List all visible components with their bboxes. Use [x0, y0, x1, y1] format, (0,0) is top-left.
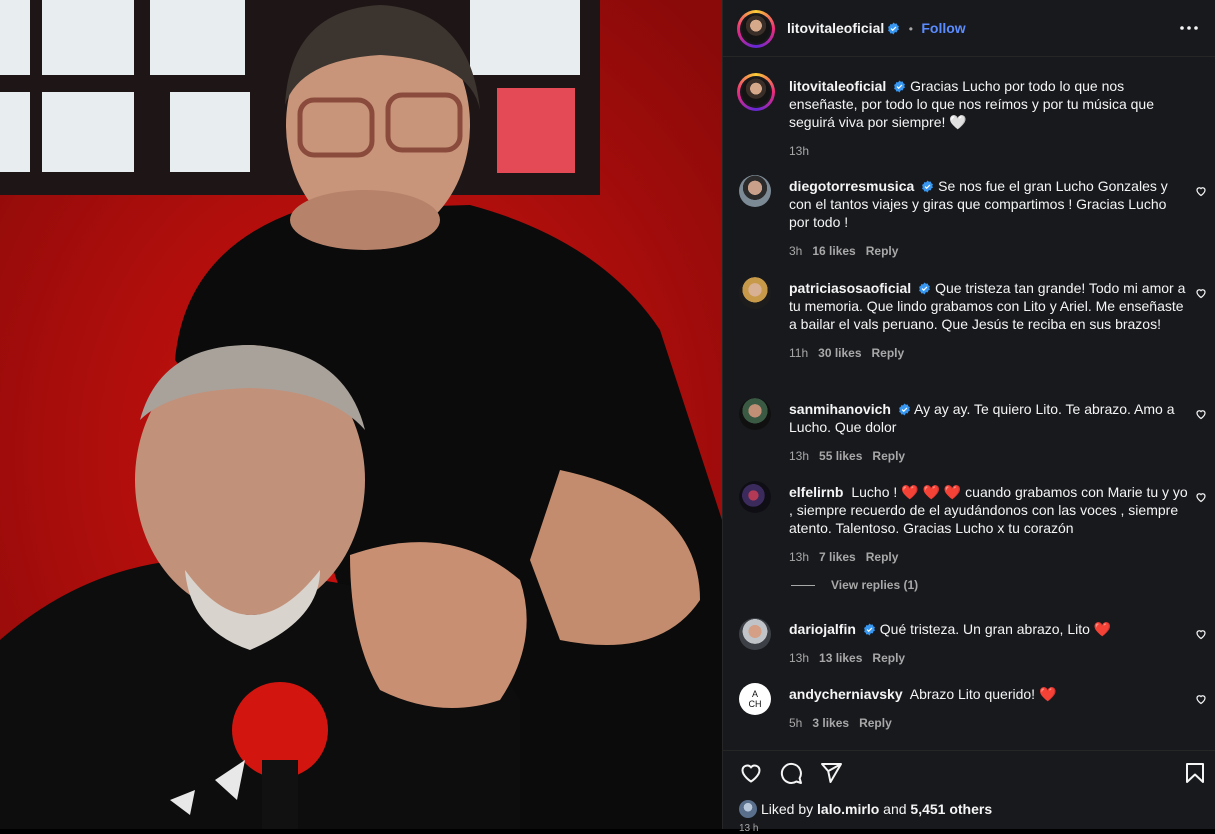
- comment-likes[interactable]: 55 likes: [819, 449, 862, 463]
- more-options-icon[interactable]: [1177, 16, 1201, 40]
- comment-time: 13h: [789, 550, 810, 564]
- reply-button[interactable]: Reply: [859, 716, 892, 730]
- verified-icon: [899, 403, 910, 416]
- like-comment-heart-icon[interactable]: [1195, 693, 1207, 705]
- bookmark-icon[interactable]: [1183, 761, 1207, 785]
- commenter-avatar[interactable]: A CH: [739, 683, 771, 715]
- comment-username[interactable]: patriciasosaoficial: [789, 280, 911, 296]
- comment-likes[interactable]: 16 likes: [812, 244, 855, 258]
- view-replies-button[interactable]: View replies (1): [791, 578, 918, 592]
- like-comment-heart-icon[interactable]: [1195, 287, 1207, 299]
- like-comment-heart-icon[interactable]: [1195, 491, 1207, 503]
- comment-username[interactable]: diegotorresmusica: [789, 178, 914, 194]
- comment-heart-emoji: ❤️: [1093, 621, 1112, 637]
- caption-username[interactable]: litovitaleoficial: [789, 78, 886, 94]
- heart-icon[interactable]: [739, 761, 763, 785]
- liked-by-user[interactable]: lalo.mirlo: [817, 801, 879, 817]
- post-photo: [0, 0, 722, 829]
- replies-divider: [791, 585, 815, 587]
- comment-text: Qué tristeza. Un gran abrazo, Lito: [879, 621, 1090, 637]
- verified-icon: [922, 180, 934, 193]
- commenter-avatar[interactable]: [739, 175, 771, 207]
- liked-by-others[interactable]: 5,451 others: [910, 801, 992, 817]
- reply-button[interactable]: Reply: [872, 651, 905, 665]
- commenter-avatar[interactable]: [739, 481, 771, 513]
- follow-button[interactable]: Follow: [921, 20, 965, 36]
- post-header: litovitaleoficial • Follow: [723, 0, 1215, 57]
- liked-by-prefix: Liked by: [761, 801, 814, 817]
- liked-by-and: and: [883, 801, 907, 817]
- reply-button[interactable]: Reply: [866, 244, 899, 258]
- commenter-avatar[interactable]: [739, 398, 771, 430]
- comment-username[interactable]: andycherniavsky: [789, 686, 903, 702]
- comment-time: 5h: [789, 716, 803, 730]
- avatar-initials: A CH: [748, 689, 762, 709]
- comment-username[interactable]: elfelirnb: [789, 484, 843, 500]
- comment-time: 11h: [789, 346, 809, 360]
- comment-likes[interactable]: 3 likes: [812, 716, 849, 730]
- comment-hearts: ❤️ ❤️ ❤️: [901, 484, 962, 500]
- share-icon[interactable]: [819, 761, 843, 785]
- like-comment-heart-icon[interactable]: [1195, 628, 1207, 640]
- comment-text: cuando grabamos con Marie tu y yo , siem…: [789, 484, 1188, 536]
- comment-time: 13h: [789, 449, 810, 463]
- verified-icon: [894, 80, 906, 93]
- comment-time: 13h: [789, 651, 810, 665]
- comment-text: Abrazo Lito querido!: [909, 686, 1036, 702]
- comment-likes[interactable]: 7 likes: [819, 550, 856, 564]
- post-sidebar: litovitaleoficial • Follow litovitaleofi…: [722, 0, 1215, 834]
- header-separator: •: [908, 22, 913, 36]
- comment-username[interactable]: dariojalfin: [789, 621, 856, 637]
- like-comment-heart-icon[interactable]: [1195, 408, 1207, 420]
- author-username[interactable]: litovitaleoficial: [787, 20, 884, 36]
- reply-button[interactable]: Reply: [872, 346, 905, 360]
- verified-icon: [863, 623, 875, 636]
- verified-icon: [919, 282, 931, 295]
- liked-by: Liked by lalo.mirlo and 5,451 others: [739, 800, 992, 818]
- verified-icon: [888, 22, 900, 35]
- author-avatar[interactable]: [737, 10, 775, 48]
- comment-time: 3h: [789, 244, 803, 258]
- comment-likes[interactable]: 30 likes: [818, 346, 861, 360]
- comment-icon[interactable]: [779, 761, 803, 785]
- view-replies-label[interactable]: View replies (1): [831, 578, 918, 592]
- photo-illustration: [0, 0, 722, 829]
- commenter-avatar[interactable]: [739, 277, 771, 309]
- like-comment-heart-icon[interactable]: [1195, 185, 1207, 197]
- comment-username[interactable]: sanmihanovich: [789, 401, 891, 417]
- reply-button[interactable]: Reply: [872, 449, 905, 463]
- liker-avatar[interactable]: [739, 800, 757, 818]
- comments-list[interactable]: litovitaleoficial Gracias Lucho por todo…: [723, 57, 1215, 750]
- commenter-avatar[interactable]: [739, 618, 771, 650]
- comment-likes[interactable]: 13 likes: [819, 651, 862, 665]
- reply-button[interactable]: Reply: [866, 550, 899, 564]
- comment-heart-emoji: ❤️: [1038, 686, 1057, 702]
- caption-avatar[interactable]: [737, 73, 775, 111]
- comment-text-start: Lucho !: [851, 484, 898, 500]
- post-actions: [723, 750, 1215, 796]
- caption-time: 13h: [789, 144, 810, 158]
